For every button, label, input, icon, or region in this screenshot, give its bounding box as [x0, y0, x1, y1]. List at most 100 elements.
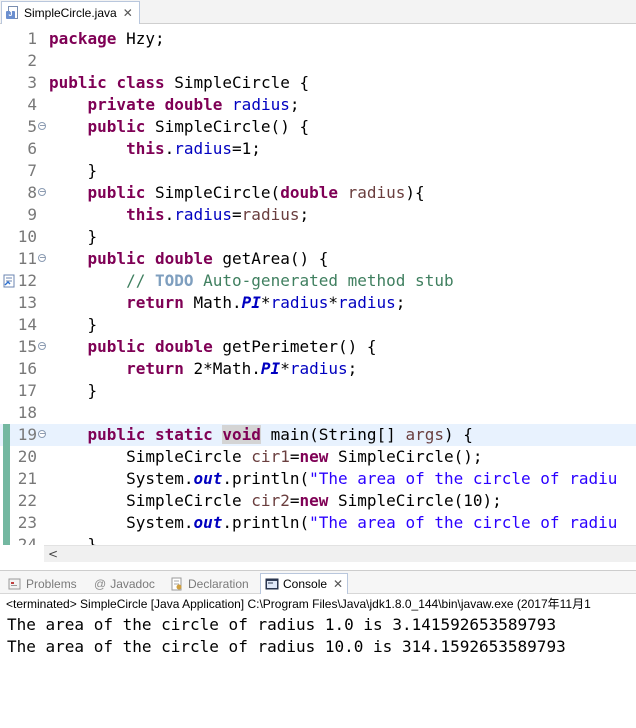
console-line: The area of the circle of radius 10.0 is… — [7, 637, 566, 656]
code-text: System.out.println("The area of the circ… — [49, 513, 618, 532]
code-text: package Hzy; — [49, 29, 165, 48]
code-line: 11 − public double getArea() { — [0, 248, 636, 270]
code-text: } — [49, 227, 98, 246]
line-number: 20 — [17, 447, 37, 466]
fold-collapse-icon[interactable]: − — [38, 430, 46, 438]
editor-horizontal-scrollbar[interactable]: < — [44, 545, 636, 562]
code-text: public double getPerimeter() { — [87, 337, 377, 356]
code-line: 10 } — [0, 226, 636, 248]
code-line: 23 System.out.println("The area of the c… — [0, 512, 636, 534]
change-marker — [3, 468, 10, 490]
code-text: private double radius; — [87, 95, 300, 114]
line-number: 23 — [17, 513, 37, 532]
code-text: public double getArea() { — [87, 249, 329, 268]
code-line: 2 — [0, 50, 636, 72]
line-number: 19 — [17, 425, 37, 444]
console-icon — [265, 578, 279, 590]
tab-declaration[interactable]: Declaration — [166, 573, 253, 594]
line-number: 9 — [27, 205, 37, 224]
code-line: 22 SimpleCircle cir2=new SimpleCircle(10… — [0, 490, 636, 512]
current-code-line: 19 − public static void main(String[] ar… — [0, 424, 636, 446]
javadoc-icon: @ — [94, 576, 107, 591]
code-line: 17 } — [0, 380, 636, 402]
code-text: SimpleCircle cir2=new SimpleCircle(10); — [49, 491, 502, 510]
line-number: 1 — [27, 29, 37, 48]
problems-icon — [8, 578, 21, 589]
fold-collapse-icon[interactable]: − — [38, 342, 46, 350]
fold-collapse-icon[interactable]: − — [38, 188, 46, 196]
tab-label: Problems — [26, 576, 77, 591]
line-number: 21 — [17, 469, 37, 488]
code-text: this.radius=1; — [126, 139, 261, 158]
tab-label: Declaration — [188, 576, 249, 591]
line-number: 13 — [17, 293, 37, 312]
change-marker — [3, 424, 10, 446]
line-number: 18 — [17, 403, 37, 422]
tab-label: Javadoc — [110, 576, 155, 591]
editor-tab-simplecircle[interactable]: J SimpleCircle.java ✕ — [1, 1, 140, 24]
code-line: 16 return 2*Math.PI*radius; — [0, 358, 636, 380]
tab-problems[interactable]: Problems — [4, 573, 81, 594]
line-number: 5 — [27, 117, 37, 136]
change-marker — [3, 490, 10, 512]
editor-tab-title: SimpleCircle.java — [24, 6, 117, 20]
line-number: 12 — [17, 271, 37, 290]
console-output[interactable]: The area of the circle of radius 1.0 is … — [0, 614, 636, 658]
change-marker — [3, 446, 10, 468]
tab-label: Console — [283, 577, 328, 591]
code-line: 12 // TODO Auto-generated method stub — [0, 270, 636, 292]
line-number: 2 — [27, 51, 37, 70]
tab-javadoc[interactable]: @ Javadoc — [90, 573, 159, 594]
java-file-icon: J — [6, 6, 20, 20]
editor-tab-bar: J SimpleCircle.java ✕ — [0, 0, 636, 24]
line-number: 17 — [17, 381, 37, 400]
line-number: 3 — [27, 73, 37, 92]
line-number: 14 — [17, 315, 37, 334]
line-number: 16 — [17, 359, 37, 378]
line-number: 8 — [27, 183, 37, 202]
line-number: 7 — [27, 161, 37, 180]
code-text: } — [49, 535, 98, 545]
code-text: } — [49, 381, 98, 400]
console-process-label: <terminated> SimpleCircle [Java Applicat… — [0, 594, 636, 614]
code-editor[interactable]: 1 package Hzy; 2 3 public class SimpleCi… — [0, 24, 636, 545]
line-number: 24 — [17, 535, 37, 545]
code-line: 18 — [0, 402, 636, 424]
line-number: 15 — [17, 337, 37, 356]
code-text: public class SimpleCircle { — [49, 73, 310, 92]
code-line: 5 − public SimpleCircle() { — [0, 116, 636, 138]
code-line: 1 package Hzy; — [0, 28, 636, 50]
views-tab-bar: Problems @ Javadoc Declaration Console ✕ — [0, 570, 636, 594]
code-line: 6 this.radius=1; — [0, 138, 636, 160]
code-text: return Math.PI*radius*radius; — [126, 293, 406, 312]
fold-collapse-icon[interactable]: − — [38, 254, 46, 262]
code-line: 4 private double radius; — [0, 94, 636, 116]
code-line: 20 SimpleCircle cir1=new SimpleCircle(); — [0, 446, 636, 468]
line-number: 4 — [27, 95, 37, 114]
line-number: 11 — [17, 249, 37, 268]
close-icon[interactable]: ✕ — [333, 578, 343, 590]
fold-collapse-icon[interactable]: − — [38, 122, 46, 130]
code-text: } — [49, 315, 98, 334]
tab-console[interactable]: Console ✕ — [260, 573, 349, 594]
code-text: public static void main(String[] args) { — [87, 425, 473, 444]
close-icon[interactable]: ✕ — [123, 7, 133, 19]
code-text: public SimpleCircle(double radius){ — [87, 183, 425, 202]
code-line: 15 − public double getPerimeter() { — [0, 336, 636, 358]
code-text: public SimpleCircle() { — [87, 117, 310, 136]
scroll-left-icon[interactable]: < — [48, 547, 58, 561]
change-marker — [3, 512, 10, 534]
code-text: this.radius=radius; — [126, 205, 310, 224]
declaration-icon — [171, 577, 182, 590]
code-line: 21 System.out.println("The area of the c… — [0, 468, 636, 490]
code-text: // TODO Auto-generated method stub — [126, 271, 454, 290]
code-text: System.out.println("The area of the circ… — [49, 469, 618, 488]
line-number: 10 — [17, 227, 37, 246]
code-line: 3 public class SimpleCircle { — [0, 72, 636, 94]
line-number: 6 — [27, 139, 37, 158]
line-number: 22 — [17, 491, 37, 510]
code-text: } — [49, 161, 98, 180]
code-line: 24 } — [0, 534, 636, 545]
code-line: 8 − public SimpleCircle(double radius){ — [0, 182, 636, 204]
change-marker — [3, 534, 10, 545]
